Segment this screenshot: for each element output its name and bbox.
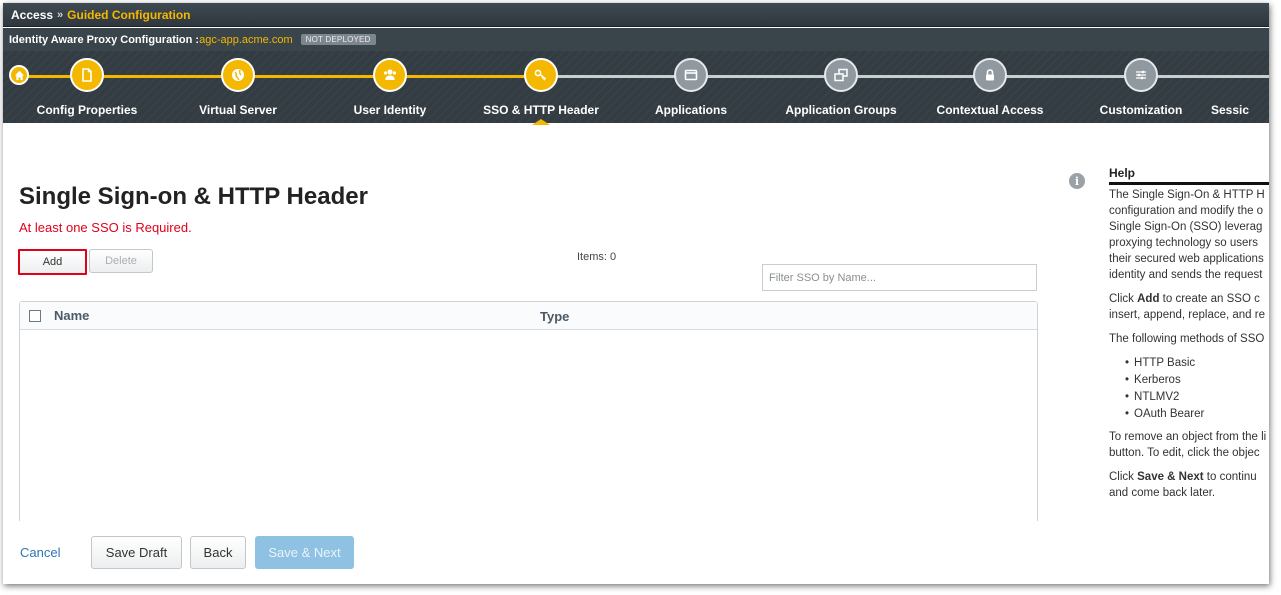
help-intro: The Single Sign-On & HTTP H configuratio… — [1109, 187, 1269, 283]
app-window: Access » Guided Configuration Identity A… — [3, 3, 1269, 584]
wizard-step-config-properties[interactable]: Config Properties — [17, 58, 157, 117]
info-icon[interactable]: i — [1069, 173, 1085, 189]
wizard-step-contextual-access[interactable]: Contextual Access — [920, 58, 1060, 117]
sliders-icon — [1124, 58, 1158, 92]
config-app-name: agc-app.acme.com — [199, 33, 293, 46]
column-header-name[interactable]: Name — [54, 308, 89, 323]
windows-group-icon — [824, 58, 858, 92]
help-line: their secured web applications — [1109, 253, 1264, 265]
globe-icon — [221, 58, 255, 92]
wizard-step-label: Contextual Access — [936, 103, 1044, 117]
cancel-link[interactable]: Cancel — [20, 545, 60, 560]
wizard-step-application-groups[interactable]: Application Groups — [771, 58, 911, 117]
help-line: The Single Sign-On & HTTP H — [1109, 189, 1265, 201]
help-line: configuration and modify the o — [1109, 205, 1264, 217]
wizard-step-label: SSO & HTTP Header — [483, 103, 599, 117]
help-title: Help — [1109, 165, 1269, 185]
breadcrumb-current[interactable]: Guided Configuration — [67, 8, 190, 22]
config-header-label: Identity Aware Proxy Configuration : — [9, 33, 200, 46]
users-icon — [373, 58, 407, 92]
error-message: At least one SSO is Required. — [19, 220, 192, 235]
help-line: proxying technology so users — [1109, 237, 1258, 249]
page-title: Single Sign-on & HTTP Header — [19, 183, 368, 210]
sso-table: Name Type — [19, 301, 1038, 541]
wizard-step-label: Virtual Server — [199, 103, 277, 117]
save-next-button[interactable]: Save & Next — [255, 536, 354, 569]
help-remove-text: To remove an object from the li button. … — [1109, 429, 1269, 461]
help-save-text: Click Save & Next to continu and come ba… — [1109, 469, 1269, 501]
wizard-step-label: User Identity — [353, 103, 427, 117]
help-panel: Help The Single Sign-On & HTTP H configu… — [1109, 165, 1269, 509]
help-line: To remove an object from the li — [1109, 431, 1267, 443]
add-button[interactable]: Add — [18, 249, 87, 275]
help-line: Single Sign-On (SSO) leverag — [1109, 221, 1263, 233]
lock-icon — [973, 58, 1007, 92]
list-item: Kerberos — [1125, 372, 1269, 389]
column-header-type[interactable]: Type — [540, 309, 569, 324]
help-line: button. To edit, click the objec — [1109, 447, 1260, 459]
back-button[interactable]: Back — [190, 536, 246, 569]
help-line: Click — [1109, 293, 1138, 305]
help-line: and come back later. — [1109, 487, 1216, 499]
filter-sso-input[interactable]: Filter SSO by Name... — [762, 264, 1037, 291]
help-line: to create an SSO c — [1159, 293, 1260, 305]
wizard-step-virtual-server[interactable]: Virtual Server — [168, 58, 308, 117]
items-count: Items: 0 — [577, 251, 617, 263]
wizard-step-applications[interactable]: Applications — [621, 58, 761, 117]
breadcrumb-root[interactable]: Access — [11, 8, 53, 22]
config-header: Identity Aware Proxy Configuration : agc… — [3, 28, 1269, 51]
help-bold: Add — [1137, 293, 1160, 305]
breadcrumb-separator: » — [57, 8, 64, 21]
help-add-text: Click Add to create an SSO c insert, app… — [1109, 291, 1269, 323]
wizard-step-label: Sessic — [1211, 103, 1250, 117]
help-line: insert, append, replace, and re — [1109, 309, 1265, 321]
list-item: HTTP Basic — [1125, 355, 1269, 372]
wizard-step-label: Applications — [654, 103, 727, 117]
wizard-step-user-identity[interactable]: User Identity — [320, 58, 460, 117]
wizard-step-sso-http-header[interactable]: SSO & HTTP Header — [471, 58, 611, 125]
help-line: identity and sends the request — [1109, 269, 1263, 281]
help-bold: Save & Next — [1137, 471, 1204, 483]
wizard-step-label: Customization — [1099, 103, 1183, 117]
delete-button[interactable]: Delete — [89, 249, 153, 273]
list-item: NTLMV2 — [1125, 389, 1269, 406]
help-methods-intro: The following methods of SSO — [1109, 333, 1265, 345]
help-line: to continu — [1203, 471, 1257, 483]
table-header: Name Type — [20, 302, 1037, 330]
wizard-step-session[interactable]: Sessic — [1199, 58, 1269, 117]
wizard-step-label: Config Properties — [36, 103, 138, 117]
window-icon — [674, 58, 708, 92]
save-draft-button[interactable]: Save Draft — [91, 536, 182, 569]
wizard-steps: Config Properties Virtual Server User Id… — [3, 51, 1269, 125]
breadcrumb: Access » Guided Configuration — [3, 3, 1269, 27]
status-badge: NOT DEPLOYED — [300, 34, 376, 45]
footer-actions: Cancel Save Draft Back Save & Next — [3, 521, 1269, 584]
list-item: OAuth Bearer — [1125, 406, 1269, 423]
current-step-pointer — [532, 119, 550, 125]
help-line: Click — [1109, 471, 1138, 483]
document-icon — [70, 58, 104, 92]
select-all-checkbox[interactable] — [29, 309, 41, 322]
wizard-step-customization[interactable]: Customization — [1071, 58, 1211, 117]
wizard-step-label: Application Groups — [785, 103, 897, 117]
key-icon — [524, 58, 558, 92]
help-methods-list: HTTP Basic Kerberos NTLMV2 OAuth Bearer — [1125, 355, 1269, 423]
